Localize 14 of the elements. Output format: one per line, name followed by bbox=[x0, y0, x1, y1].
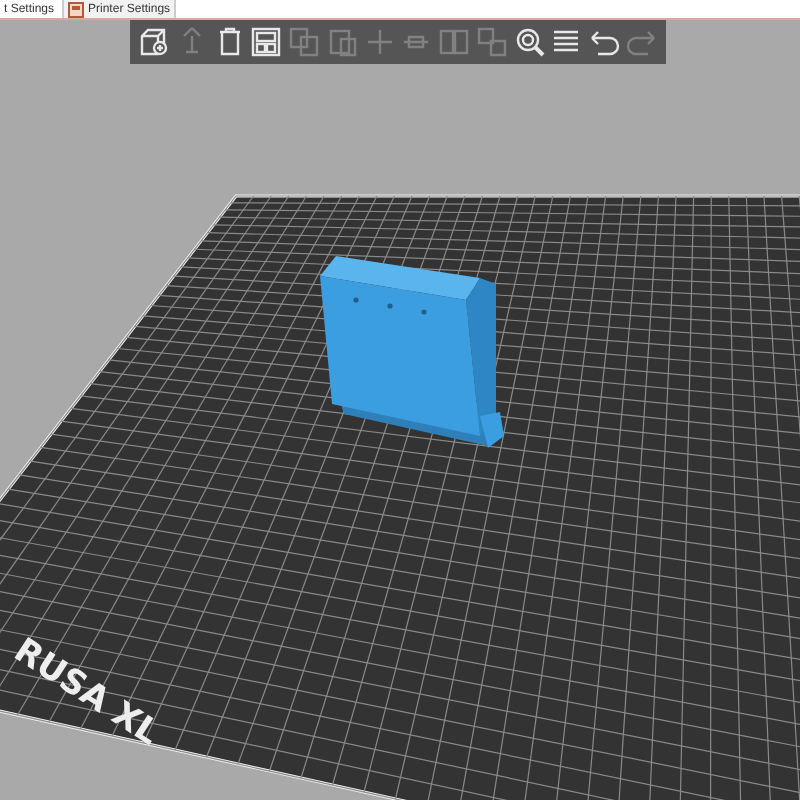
cube-plus-icon bbox=[138, 26, 170, 58]
grid-icon bbox=[250, 26, 283, 58]
copy-icon bbox=[288, 26, 321, 58]
plus-icon bbox=[363, 26, 396, 58]
redo-icon bbox=[625, 26, 658, 58]
printer-icon bbox=[68, 1, 85, 17]
add-button[interactable] bbox=[136, 24, 172, 60]
arrange-button[interactable] bbox=[248, 24, 285, 60]
squares-icon bbox=[475, 26, 508, 58]
paste-icon bbox=[325, 26, 358, 58]
search-icon bbox=[513, 26, 546, 58]
search-button[interactable] bbox=[511, 24, 548, 60]
columns-icon bbox=[438, 26, 471, 58]
undo-icon bbox=[588, 26, 621, 58]
